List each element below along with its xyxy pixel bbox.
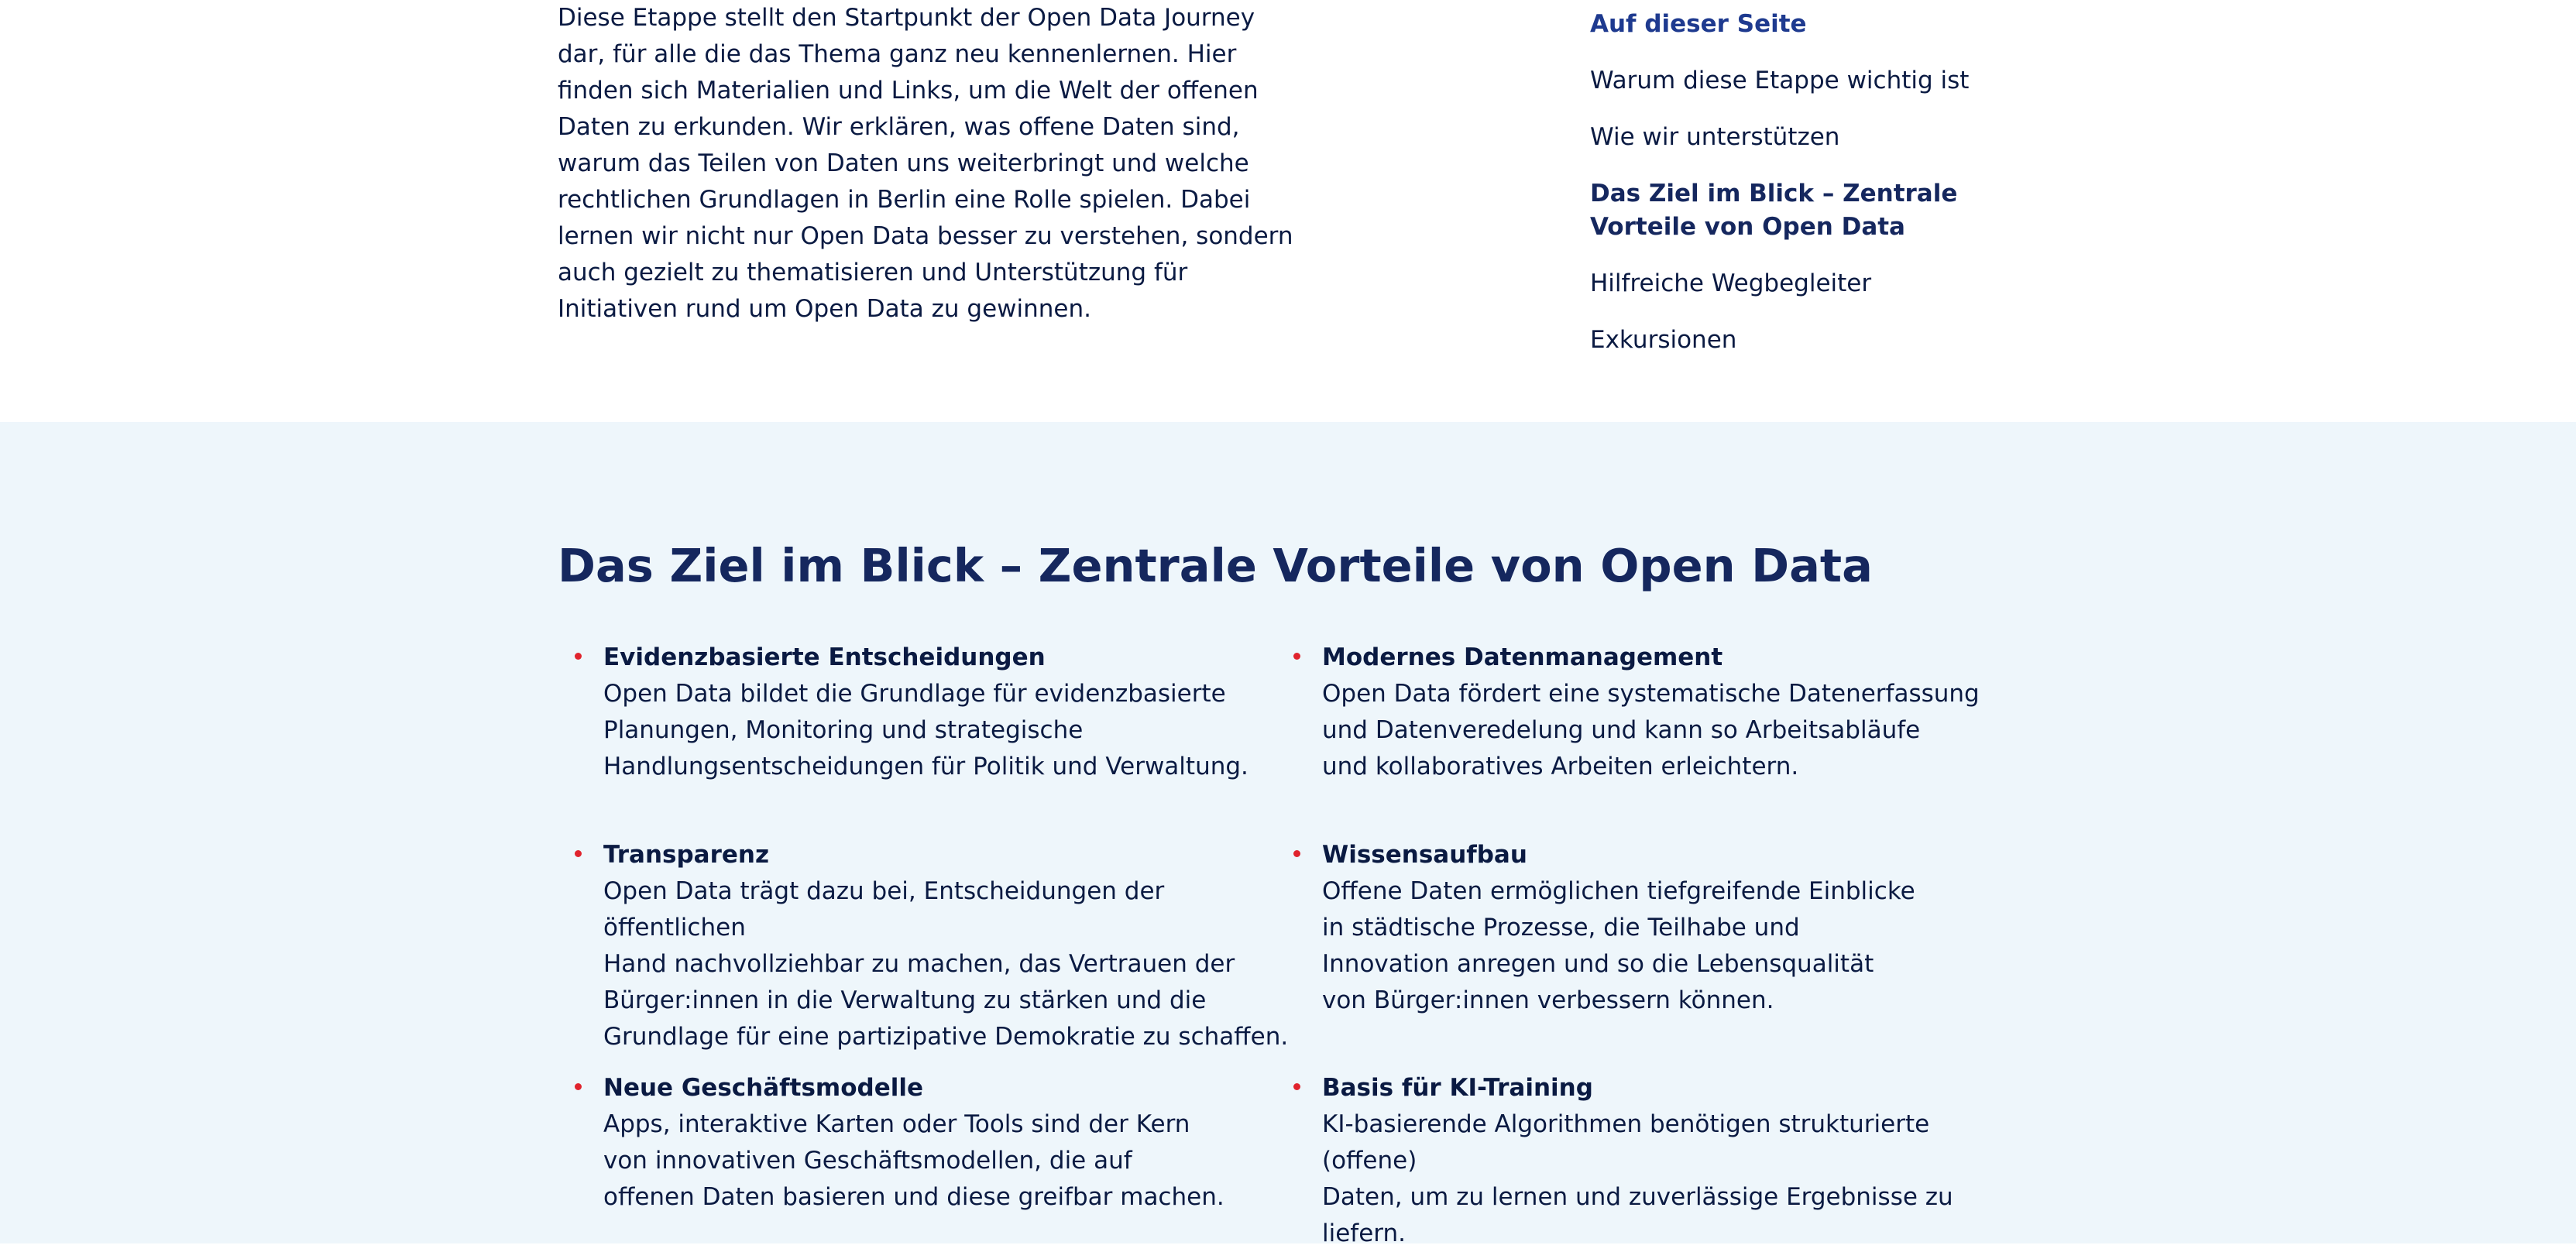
- toc-list: Warum diese Etappe wichtig ist Wie wir u…: [1590, 64, 2024, 357]
- toc-link-warum[interactable]: Warum diese Etappe wichtig ist: [1590, 64, 2024, 98]
- benefit-text: Open Data bildet die Grundlage für evide…: [603, 680, 1249, 780]
- benefit-text: Apps, interaktive Karten oder Tools sind…: [603, 1110, 1224, 1211]
- benefit-item-geschaeftsmodelle: Neue Geschäftsmodelle Apps, interaktive …: [558, 1070, 1300, 1216]
- toc-link-wegbegleiter[interactable]: Hilfreiche Wegbegleiter: [1590, 267, 2024, 300]
- benefit-item-ki-training: Basis für KI-Training KI-basierende Algo…: [1276, 1070, 2019, 1252]
- benefit-text: Open Data trägt dazu bei, Entscheidungen…: [603, 877, 1289, 1051]
- bullet-icon: [575, 653, 582, 660]
- bullet-icon: [1293, 850, 1300, 857]
- bullet-icon: [1293, 1083, 1300, 1090]
- benefit-title: Modernes Datenmanagement: [1322, 643, 1723, 671]
- benefit-title: Wissensaufbau: [1322, 841, 1527, 869]
- toc-link-ziel-im-blick[interactable]: Das Ziel im Blick – Zentrale Vorteile vo…: [1590, 177, 2024, 244]
- bullet-icon: [575, 850, 582, 857]
- benefit-item-evidenz: Evidenzbasierte Entscheidungen Open Data…: [558, 640, 1300, 785]
- benefits-section: Das Ziel im Blick – Zentrale Vorteile vo…: [0, 422, 2576, 1247]
- benefit-text: Offene Daten ermöglichen tiefgreifende E…: [1322, 877, 1915, 1014]
- intro-section: Diese Etappe stellt den Startpunkt der O…: [0, 0, 2576, 422]
- benefit-title: Neue Geschäftsmodelle: [603, 1074, 923, 1102]
- benefit-text: Open Data fördert eine systematische Dat…: [1322, 680, 1980, 780]
- benefit-item-datenmanagement: Modernes Datenmanagement Open Data förde…: [1276, 640, 2019, 785]
- bullet-icon: [1293, 653, 1300, 660]
- benefit-title: Evidenzbasierte Entscheidungen: [603, 643, 1046, 671]
- bullet-icon: [575, 1083, 582, 1090]
- benefit-title: Basis für KI-Training: [1322, 1074, 1593, 1102]
- benefit-item-wissensaufbau: Wissensaufbau Offene Daten ermöglichen t…: [1276, 837, 2019, 1019]
- toc-link-exkursionen[interactable]: Exkursionen: [1590, 324, 2024, 357]
- benefit-title: Transparenz: [603, 841, 770, 869]
- toc-heading: Auf dieser Seite: [1590, 10, 1807, 38]
- benefit-item-transparenz: Transparenz Open Data trägt dazu bei, En…: [558, 837, 1300, 1055]
- section-title: Das Ziel im Blick – Zentrale Vorteile vo…: [558, 539, 1873, 592]
- benefit-text: KI-basierende Algorithmen benötigen stru…: [1322, 1110, 1953, 1247]
- intro-paragraph: Diese Etappe stellt den Startpunkt der O…: [558, 4, 1293, 323]
- table-of-contents: Auf dieser Seite Warum diese Etappe wich…: [1590, 8, 2024, 380]
- toc-link-unterstuetzen[interactable]: Wie wir unterstützen: [1590, 121, 2024, 154]
